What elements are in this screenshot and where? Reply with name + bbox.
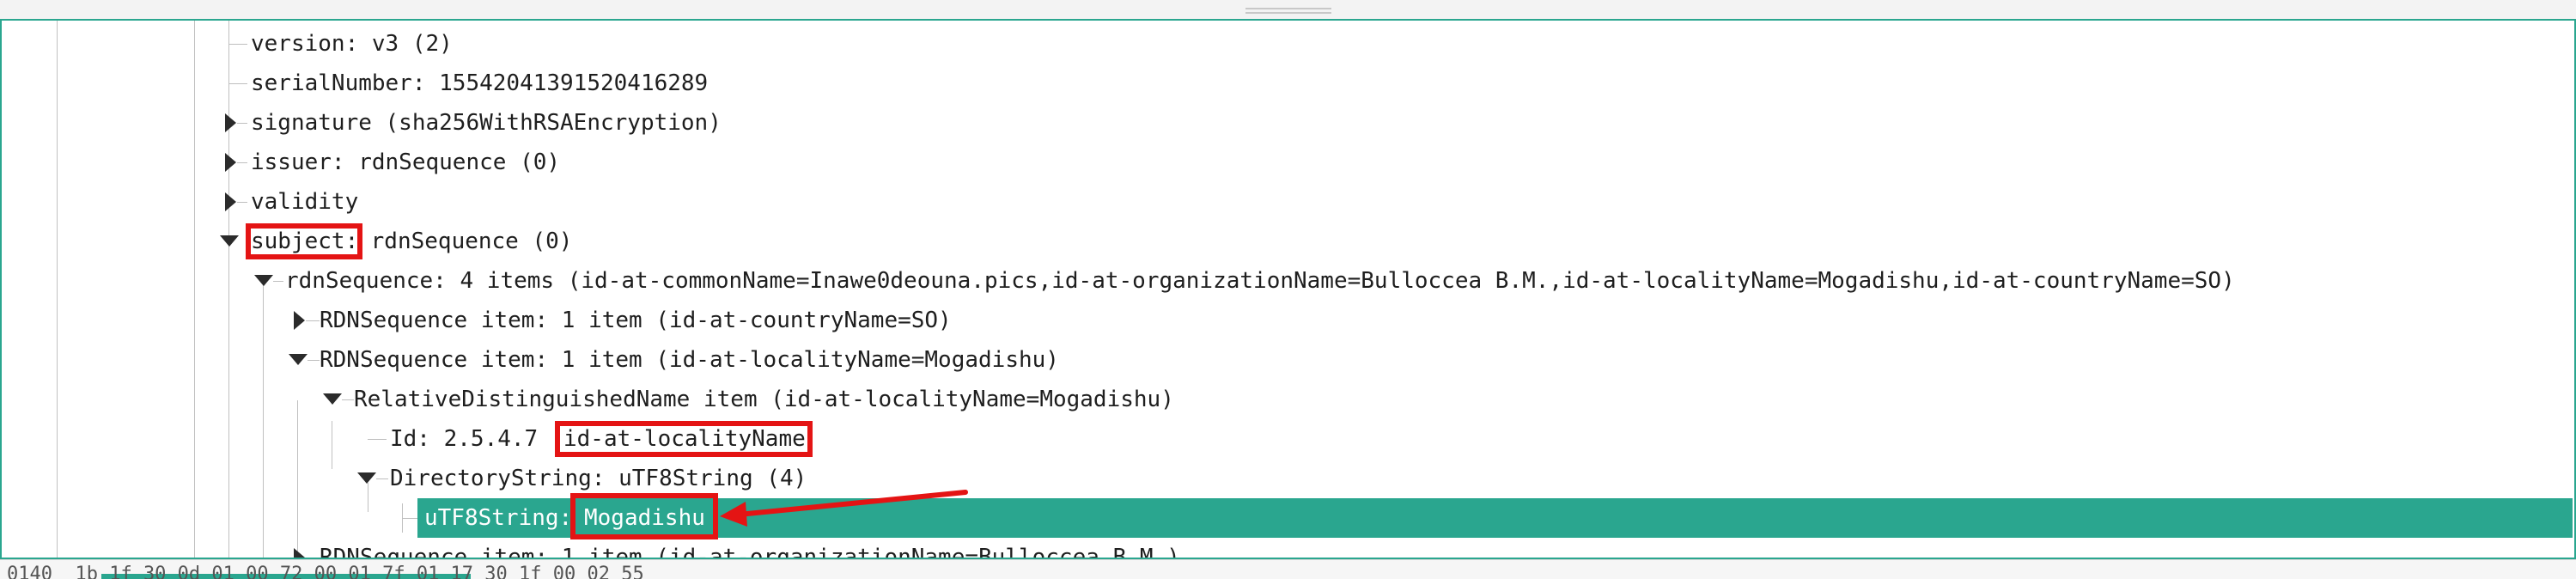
splitter-grip[interactable]	[1245, 12, 1331, 14]
collapse-arrow-icon[interactable]	[357, 472, 376, 484]
expand-arrow-icon[interactable]	[225, 153, 236, 172]
tree-row-id[interactable]: Id: 2.5.4.7 id-at-localityName	[2, 419, 2574, 459]
selection-highlight	[417, 498, 2573, 538]
tree-row-label: DirectoryString: uTF8String (4)	[390, 466, 807, 491]
tree-row-label: rdnSequence: 4 items (id-at-commonName=I…	[285, 268, 2235, 294]
tree-row-issuer[interactable]: issuer: rdnSequence (0)	[2, 143, 2574, 182]
tree-row-label: serialNumber: 15542041391520416289	[251, 70, 709, 96]
tree-connector	[402, 518, 417, 519]
tree-row-label: RDNSequence item: 1 item (id-at-countryN…	[320, 308, 952, 333]
tree-row-relative-distinguished-name[interactable]: RelativeDistinguishedName item (id-at-lo…	[2, 380, 2574, 419]
annotation-box-locality-name	[555, 421, 813, 457]
tree-row-rdn-sequence[interactable]: rdnSequence: 4 items (id-at-commonName=I…	[2, 261, 2574, 301]
tree-row-version[interactable]: version: v3 (2)	[2, 24, 2574, 64]
tree-row-rdn-item-locality[interactable]: RDNSequence item: 1 item (id-at-locality…	[2, 340, 2574, 380]
expand-arrow-icon[interactable]	[225, 192, 236, 211]
tree-row-label: rdnSequence (0)	[357, 229, 573, 254]
tree-row-label: version: v3 (2)	[251, 31, 453, 57]
pane-splitter[interactable]	[0, 0, 2576, 20]
tree-connector	[376, 478, 388, 479]
tree-connector	[273, 281, 283, 282]
tree-connector	[228, 83, 247, 84]
tree-row-signature[interactable]: signature (sha256WithRSAEncryption)	[2, 103, 2574, 143]
annotation-box-mogadishu	[570, 493, 718, 539]
collapse-arrow-icon[interactable]	[289, 354, 308, 365]
packet-bytes-pane[interactable]: 0140 1b 1f 30 0d 01 00 72 00 01 7f 01 17…	[0, 559, 2576, 579]
tree-row-label: uTF8String:	[424, 505, 586, 531]
tree-row-subject[interactable]: subject: rdnSequence (0)	[2, 222, 2574, 261]
tree-row-label: RelativeDistinguishedName item (id-at-lo…	[354, 387, 1174, 412]
expand-arrow-icon[interactable]	[225, 113, 236, 132]
tree-row-rdn-item-country[interactable]: RDNSequence item: 1 item (id-at-countryN…	[2, 301, 2574, 340]
tree-connector	[237, 123, 247, 124]
tree-connector	[228, 44, 247, 45]
tree-connector	[237, 162, 247, 163]
tree-row-rdn-item-organization[interactable]: RDNSequence item: 1 item (id-at-organiza…	[2, 538, 2574, 559]
tree-row-label: validity	[251, 189, 359, 215]
tree-connector	[342, 399, 354, 400]
tree-row-utf8-string[interactable]: uTF8String: Mogadishu	[2, 498, 2574, 538]
tree-connector	[368, 439, 387, 440]
tree-row-label: RDNSequence item: 1 item (id-at-organiza…	[320, 545, 1180, 559]
tree-row-label: issuer: rdnSequence (0)	[251, 149, 561, 175]
collapse-arrow-icon[interactable]	[220, 235, 239, 247]
tree-connector	[308, 360, 320, 361]
collapse-arrow-icon[interactable]	[323, 393, 342, 405]
tree-connector	[237, 202, 247, 203]
tree-row-label: signature (sha256WithRSAEncryption)	[251, 110, 722, 136]
collapse-arrow-icon[interactable]	[254, 275, 273, 286]
annotation-box-subject	[246, 223, 362, 259]
tree-row-label: Id: 2.5.4.7	[390, 426, 551, 452]
expand-arrow-icon[interactable]	[294, 311, 305, 330]
packet-details-tree[interactable]: version: v3 (2) serialNumber: 1554204139…	[0, 19, 2576, 559]
hex-bytes-text: 0140 1b 1f 30 0d 01 00 72 00 01 7f 01 17…	[7, 564, 644, 579]
tree-row-label: RDNSequence item: 1 item (id-at-locality…	[320, 347, 1059, 373]
tree-connector	[306, 320, 320, 321]
tree-row-directory-string[interactable]: DirectoryString: uTF8String (4)	[2, 459, 2574, 498]
tree-row-serial-number[interactable]: serialNumber: 15542041391520416289	[2, 64, 2574, 103]
tree-row-validity[interactable]: validity	[2, 182, 2574, 222]
splitter-grip[interactable]	[1245, 8, 1331, 9]
expand-arrow-icon[interactable]	[294, 548, 305, 558]
